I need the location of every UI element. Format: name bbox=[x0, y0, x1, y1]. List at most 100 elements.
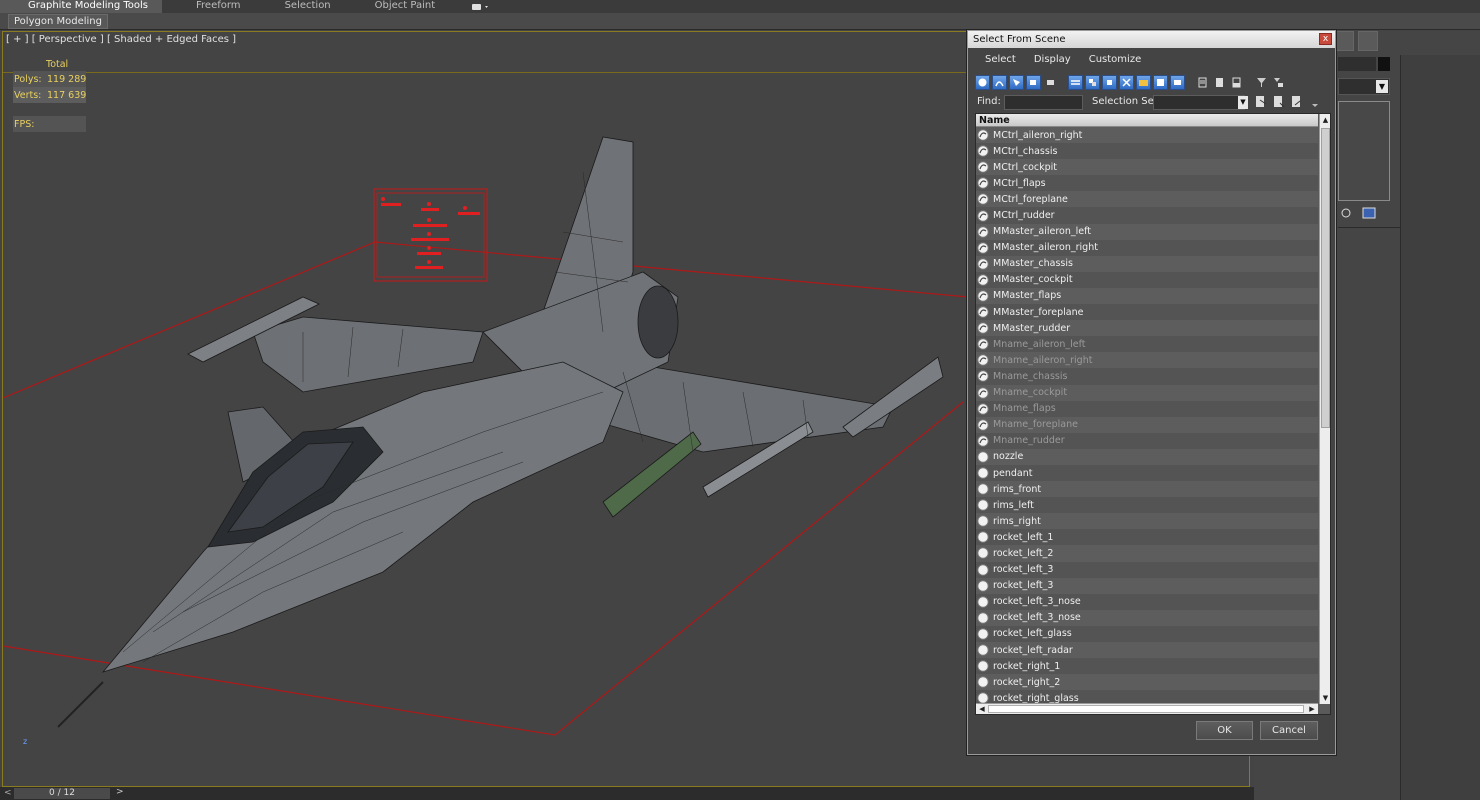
scroll-right-icon[interactable]: ▶ bbox=[1306, 704, 1318, 714]
list-item[interactable]: rims_left bbox=[976, 497, 1318, 514]
display-spacewarps-icon[interactable] bbox=[1068, 74, 1083, 90]
menu-display[interactable]: Display bbox=[1023, 51, 1078, 69]
frame-counter[interactable]: 0 / 12 bbox=[14, 788, 110, 799]
display-invert-icon[interactable] bbox=[1229, 75, 1244, 90]
list-item[interactable]: MMaster_aileron_left bbox=[976, 223, 1318, 240]
list-item[interactable]: MMaster_cockpit bbox=[976, 271, 1318, 288]
display-frozen-icon[interactable] bbox=[1153, 74, 1168, 90]
list-item[interactable]: Mname_chassis bbox=[976, 368, 1318, 385]
display-shapes-icon[interactable] bbox=[992, 74, 1007, 90]
scene-object-list[interactable]: Name MCtrl_aileron_right MCtrl_chassis MCt… bbox=[975, 113, 1331, 715]
list-options-icon[interactable] bbox=[1308, 95, 1322, 109]
menu-customize[interactable]: Customize bbox=[1078, 51, 1149, 69]
ok-button[interactable]: OK bbox=[1196, 721, 1253, 740]
list-item[interactable]: MMaster_rudder bbox=[976, 320, 1318, 337]
configure-sets-icon[interactable] bbox=[1362, 207, 1376, 222]
name-column-header[interactable]: Name bbox=[976, 114, 1318, 127]
display-hidden-icon[interactable] bbox=[1170, 74, 1185, 90]
display-lights-icon[interactable] bbox=[1009, 74, 1024, 90]
time-slider[interactable]: < 0 / 12 > bbox=[0, 787, 1254, 800]
tab-object-paint[interactable]: Object Paint bbox=[365, 0, 446, 13]
filter-icon[interactable] bbox=[1254, 75, 1269, 90]
ribbon-options-icon[interactable] bbox=[471, 2, 491, 12]
list-item[interactable]: MCtrl_aileron_right bbox=[976, 127, 1318, 144]
list-item[interactable]: MCtrl_flaps bbox=[976, 175, 1318, 192]
list-item[interactable]: Mname_aileron_left bbox=[976, 336, 1318, 353]
display-groups-icon[interactable] bbox=[1085, 74, 1100, 90]
display-bones-icon[interactable] bbox=[1119, 74, 1134, 90]
menu-select[interactable]: Select bbox=[974, 51, 1023, 69]
list-item[interactable]: rocket_left_1 bbox=[976, 529, 1318, 546]
object-name-field[interactable] bbox=[1338, 57, 1376, 71]
geometry-object-icon bbox=[977, 660, 989, 672]
list-item[interactable]: rocket_left_3_nose bbox=[976, 609, 1318, 626]
display-tab-icon[interactable] bbox=[1334, 31, 1354, 51]
pin-stack-icon[interactable] bbox=[1340, 207, 1352, 222]
geometry-object-icon bbox=[977, 515, 989, 527]
display-cameras-icon[interactable] bbox=[1026, 74, 1041, 90]
list-item[interactable]: MMaster_foreplane bbox=[976, 304, 1318, 321]
scroll-up-icon[interactable]: ▲ bbox=[1320, 114, 1330, 126]
list-item[interactable]: rims_front bbox=[976, 481, 1318, 498]
display-geometry-icon[interactable] bbox=[975, 74, 990, 90]
list-item[interactable]: nozzle bbox=[976, 448, 1318, 465]
list-item[interactable]: Mname_aileron_right bbox=[976, 352, 1318, 369]
list-item[interactable]: Mname_cockpit bbox=[976, 384, 1318, 401]
scroll-thumb[interactable] bbox=[1321, 128, 1330, 428]
list-item[interactable]: Mname_foreplane bbox=[976, 416, 1318, 433]
list-item[interactable]: MCtrl_foreplane bbox=[976, 191, 1318, 208]
list-item-label: Mname_aileron_left bbox=[993, 338, 1086, 350]
filter-options-icon[interactable] bbox=[1271, 75, 1286, 90]
select-influences-icon[interactable] bbox=[1290, 95, 1304, 109]
list-item[interactable]: rims_right bbox=[976, 513, 1318, 530]
list-item[interactable]: MMaster_chassis bbox=[976, 255, 1318, 272]
display-all-icon[interactable] bbox=[1195, 75, 1210, 90]
close-button[interactable]: x bbox=[1319, 33, 1332, 45]
display-containers-icon[interactable] bbox=[1136, 74, 1151, 90]
tab-graphite-modeling-tools[interactable]: Graphite Modeling Tools bbox=[0, 0, 163, 13]
modifier-stack[interactable] bbox=[1338, 101, 1390, 201]
list-item-label: Mname_aileron_right bbox=[993, 354, 1093, 366]
list-item-label: Mname_foreplane bbox=[993, 419, 1078, 431]
list-item[interactable]: pendant bbox=[976, 464, 1318, 482]
cancel-button[interactable]: Cancel bbox=[1260, 721, 1318, 740]
list-item[interactable]: rocket_right_2 bbox=[976, 674, 1318, 691]
list-item[interactable]: MCtrl_chassis bbox=[976, 143, 1318, 160]
list-item[interactable]: rocket_right_1 bbox=[976, 658, 1318, 675]
prev-frame-button[interactable]: < bbox=[4, 788, 12, 798]
list-item[interactable]: rocket_left_glass bbox=[976, 625, 1318, 642]
find-input[interactable] bbox=[1004, 95, 1083, 110]
next-frame-button[interactable]: > bbox=[116, 787, 124, 797]
select-subtree-icon[interactable] bbox=[1254, 95, 1268, 109]
modifier-list-dropdown[interactable]: ▼ bbox=[1338, 78, 1390, 95]
list-item[interactable]: MMaster_aileron_right bbox=[976, 239, 1318, 256]
display-xrefs-icon[interactable] bbox=[1102, 74, 1117, 90]
list-item[interactable]: rocket_left_3 bbox=[976, 577, 1318, 594]
display-none-icon[interactable] bbox=[1212, 75, 1227, 90]
vertical-scrollbar[interactable]: ▲ ▼ bbox=[1319, 114, 1330, 704]
list-item[interactable]: rocket_left_radar bbox=[976, 642, 1318, 659]
utilities-tab-icon[interactable] bbox=[1358, 31, 1378, 51]
tab-selection[interactable]: Selection bbox=[275, 0, 341, 13]
scroll-left-icon[interactable]: ◀ bbox=[976, 704, 988, 714]
object-color-swatch[interactable] bbox=[1378, 57, 1390, 71]
horizontal-scroll-thumb[interactable] bbox=[988, 705, 1304, 713]
list-item[interactable]: rocket_left_3_nose bbox=[976, 593, 1318, 610]
list-item[interactable]: rocket_left_3 bbox=[976, 561, 1318, 578]
selection-set-dropdown[interactable] bbox=[1153, 95, 1245, 110]
dialog-title[interactable]: Select From Scene x bbox=[968, 31, 1335, 48]
horizontal-scrollbar[interactable]: ◀ ▶ bbox=[976, 703, 1318, 714]
list-item[interactable]: Mname_flaps bbox=[976, 400, 1318, 417]
list-item[interactable]: MCtrl_rudder bbox=[976, 207, 1318, 224]
display-helpers-icon[interactable] bbox=[1043, 75, 1058, 90]
tab-freeform[interactable]: Freeform bbox=[186, 0, 251, 13]
chevron-down-icon[interactable]: ▼ bbox=[1238, 96, 1248, 109]
scroll-down-icon[interactable]: ▼ bbox=[1320, 692, 1330, 704]
list-item[interactable]: rocket_left_2 bbox=[976, 545, 1318, 562]
polygon-modeling-button[interactable]: Polygon Modeling bbox=[8, 14, 108, 29]
list-item[interactable]: MCtrl_cockpit bbox=[976, 159, 1318, 176]
list-item[interactable]: Mname_rudder bbox=[976, 432, 1318, 449]
list-item[interactable]: MMaster_flaps bbox=[976, 287, 1318, 305]
list-item[interactable]: rocket_right_glass bbox=[976, 690, 1318, 704]
select-dependents-icon[interactable] bbox=[1272, 95, 1286, 109]
